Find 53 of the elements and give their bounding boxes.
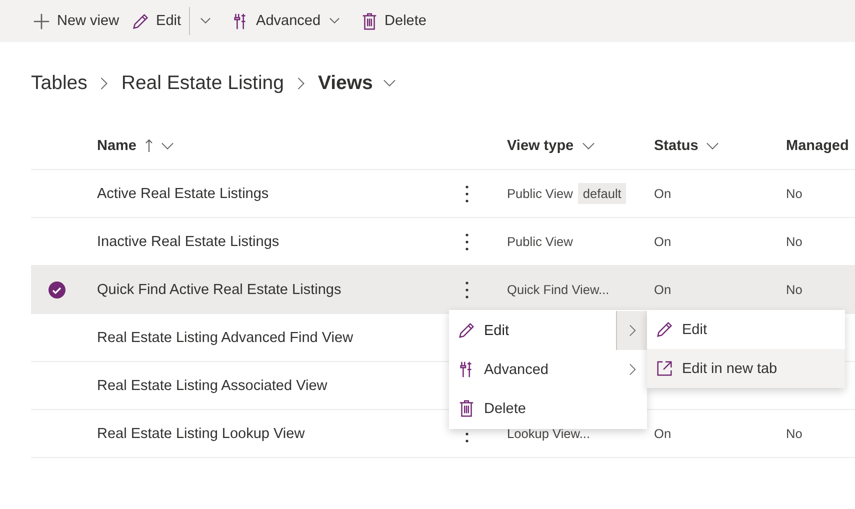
table-cell: Inactive Real Estate Listings — [97, 234, 280, 250]
delete-command[interactable]: Delete — [356, 4, 434, 38]
table-cell: Real Estate Listing Advanced Find View — [97, 330, 354, 346]
table-cell: No — [786, 426, 802, 441]
chevron-down-icon[interactable] — [706, 142, 720, 150]
table-cell: Lookup View... — [507, 426, 590, 441]
breadcrumb-item[interactable]: Tables — [31, 72, 88, 94]
advanced-command[interactable]: Advanced — [227, 4, 356, 38]
more-options-icon[interactable] — [465, 232, 469, 250]
table-cell: No — [786, 234, 802, 249]
chevron-down-icon — [328, 17, 340, 25]
column-header[interactable]: Name — [97, 138, 136, 154]
column-header[interactable]: Status — [654, 138, 698, 154]
table-cell: No — [786, 282, 802, 297]
pencil-icon — [457, 321, 476, 340]
table-cell: On — [654, 186, 672, 201]
default-tag: default — [578, 183, 626, 204]
edit-command[interactable]: Edit — [127, 4, 228, 38]
table-cell: Real Estate Listing Associated View — [97, 378, 328, 394]
table-cell: On — [654, 234, 672, 249]
open-in-new-window-icon — [655, 359, 674, 378]
table-cell: On — [654, 282, 672, 297]
table-row[interactable]: Active Real Estate Listings Public View default On No — [31, 170, 855, 218]
column-header[interactable]: View type — [507, 138, 574, 154]
menu-item[interactable]: Edit in new tab — [647, 349, 845, 388]
column-header[interactable]: Managed — [786, 138, 849, 154]
sort-ascending-icon — [144, 138, 152, 152]
trash-icon — [457, 399, 476, 418]
table-cell: On — [654, 426, 672, 441]
chevron-right-icon — [296, 76, 305, 90]
chevron-down-icon[interactable] — [582, 142, 595, 150]
table-cell: Quick Find View... — [507, 282, 610, 297]
pencil-icon — [131, 12, 150, 30]
table-cell: Quick Find Active Real Estate Listings — [97, 282, 342, 298]
breadcrumb-item[interactable]: Real Estate Listing — [121, 72, 284, 94]
chevron-down-icon[interactable] — [382, 79, 396, 87]
chevron-down-icon[interactable] — [160, 142, 174, 150]
breadcrumb-item[interactable]: Views — [318, 72, 373, 94]
checkmark-circle-icon[interactable] — [48, 280, 66, 298]
chevron-right-icon — [100, 76, 108, 90]
table-row[interactable]: Quick Find Active Real Estate Listings Quick Find View... On No — [31, 266, 855, 314]
menu-item[interactable]: Edit — [449, 311, 647, 350]
plus-icon — [32, 12, 51, 30]
table-cell: Real Estate Listing Lookup View — [97, 426, 305, 442]
table-cell: Public View — [507, 186, 573, 201]
chevron-down-icon — [200, 17, 212, 25]
table-cell: No — [786, 186, 802, 201]
add-command[interactable]: New view — [28, 4, 128, 38]
pencil-icon — [655, 320, 674, 339]
more-options-icon[interactable] — [465, 184, 469, 202]
table-cell: Active Real Estate Listings — [97, 186, 269, 202]
more-options-icon[interactable] — [465, 280, 469, 298]
table-cell: Public View — [507, 234, 573, 249]
